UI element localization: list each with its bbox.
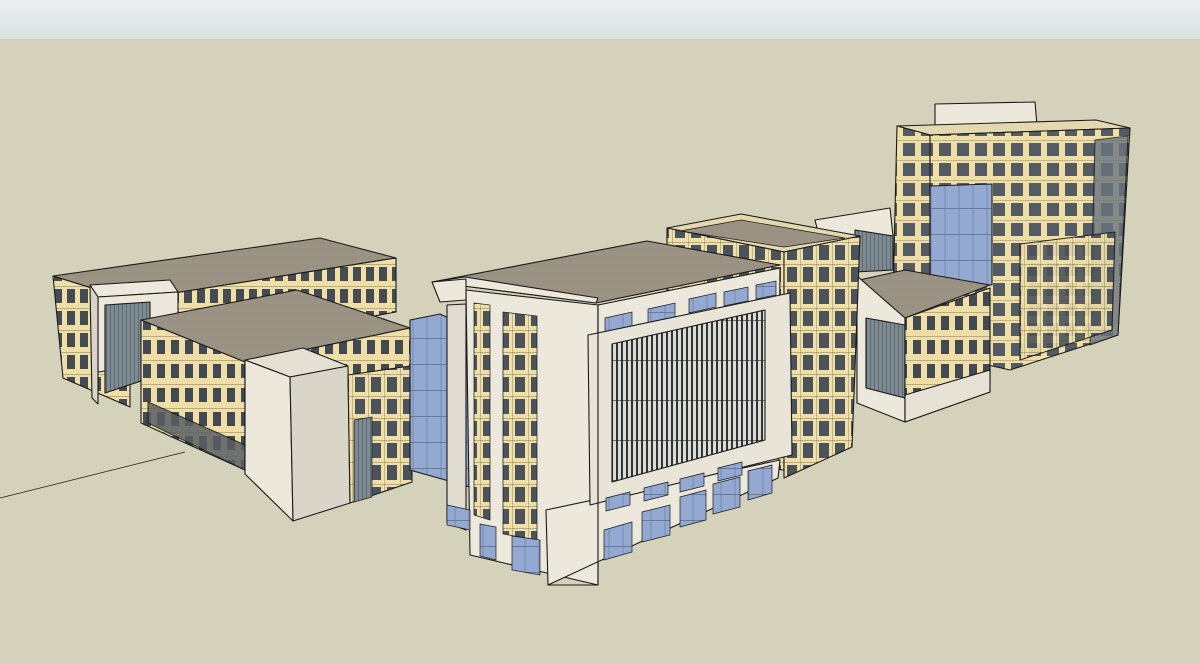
left-front-block[interactable] <box>140 289 413 522</box>
ground-axis-line <box>0 451 186 499</box>
model-viewport[interactable] <box>0 0 1200 664</box>
3d-scene[interactable] <box>0 0 1200 664</box>
right-low-block[interactable] <box>849 269 991 423</box>
center-main-tower[interactable] <box>409 240 793 586</box>
